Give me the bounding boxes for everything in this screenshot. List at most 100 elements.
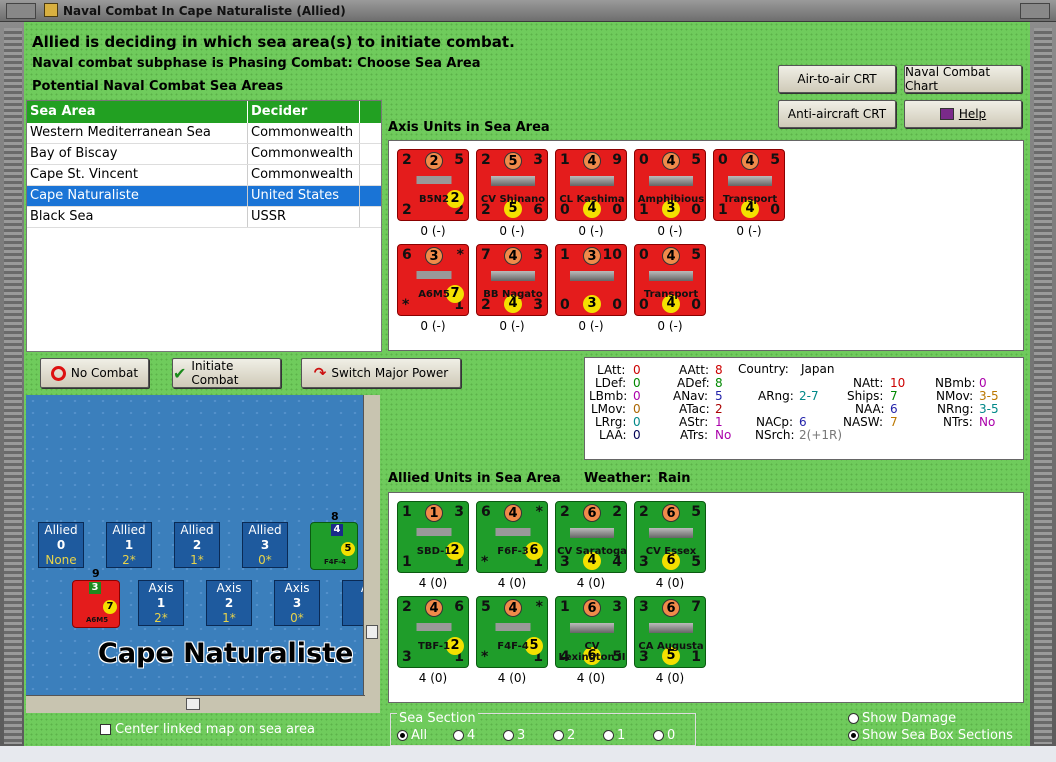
aircraft-icon [412,271,456,279]
counter-caption: 0 (-) [578,224,604,238]
counter-top-middle: 4 [741,152,759,170]
ship-icon [570,271,614,281]
stack-unit-name: A6M5 [85,616,109,624]
unit-counter[interactable]: 3 6 7 3 5 1 CA Augusta [634,596,706,668]
counter-caption: 4 (0) [418,671,448,685]
counter-top-right: 3 [533,152,543,168]
col-decider[interactable]: Decider [248,101,360,123]
ship-icon [649,623,693,633]
axis-sea-box[interactable]: Axis 2 1* [206,580,252,626]
sea-section-option[interactable]: 4 [453,728,503,743]
unit-counter[interactable]: 2 5 3 2 5 6 CV Shinano [476,149,548,221]
radio-selected[interactable] [848,730,859,741]
radio[interactable] [653,730,664,741]
axis-stack-counter[interactable]: 3 7 A6M5 [72,580,120,628]
radio[interactable] [503,730,514,741]
aircraft-icon [412,623,456,631]
stack-value: 3 [89,582,101,594]
unit-counter[interactable]: 2 2 5 2 2 2 B5N2 [397,149,469,221]
allied-sea-box[interactable]: Allied 0 None [38,522,84,568]
allied-sea-box[interactable]: Allied 3 0* [242,522,288,568]
radio[interactable] [453,730,464,741]
scroll-thumb[interactable] [186,698,200,710]
initiate-combat-button[interactable]: ✔ Initiate Combat [172,358,281,388]
row-decider: Commonwealth [248,165,360,185]
radio[interactable] [603,730,614,741]
radio[interactable] [553,730,564,741]
allied-sea-box[interactable]: Allied 1 2* [106,522,152,568]
sea-box-num: 1 [124,538,134,552]
col-sea-area[interactable]: Sea Area [27,101,248,123]
sea-section-option[interactable]: 0 [653,728,703,743]
counter-top-middle: 4 [425,599,443,617]
unit-counter[interactable]: 0 4 5 1 4 0 Transport [713,149,785,221]
table-row-selected[interactable]: Cape Naturaliste United States [27,186,381,207]
show-damage-option[interactable]: Show Damage [848,711,956,726]
naval-combat-chart-button[interactable]: Naval Combat Chart [904,65,1022,93]
sea-section-option[interactable]: 2 [553,728,603,743]
counter-top-middle: 5 [504,152,522,170]
unit-counter[interactable]: 2 6 2 3 4 4 CV Saratoga [555,501,627,573]
country-label: Country: [738,362,789,376]
stat-arng-label: ARng: [758,389,794,403]
no-combat-button[interactable]: No Combat [40,358,149,388]
sea-area-map[interactable]: Allied 0 None Allied 1 2* Allied 2 1* Allied 3 0* A… [26,395,380,713]
unit-counter[interactable]: 1 4 9 0 4 0 CL Kashima [555,149,627,221]
table-row[interactable]: Western Mediterranean Sea Commonwealth [27,123,381,144]
window-grip-right[interactable] [1020,3,1050,19]
row-area: Cape Naturaliste [27,186,248,206]
scroll-thumb[interactable] [366,625,378,639]
axis-sea-box[interactable]: Axis 3 0* [274,580,320,626]
table-row[interactable]: Black Sea USSR [27,207,381,228]
stat-nrng-value: 3-5 [979,402,999,416]
unit-counter[interactable]: 7 4 3 2 4 3 BB Nagato [476,244,548,316]
counter-top-left: 1 [402,504,412,520]
allied-stack-counter[interactable]: 4 5 F4F-4 [310,522,358,570]
anti-aircraft-crt-button[interactable]: Anti-aircraft CRT [778,100,896,128]
sea-box-val: 1* [222,611,236,625]
counter-unit-name: CL Kashima [559,194,625,205]
sea-section-option[interactable]: 3 [503,728,553,743]
unit-counter[interactable]: 2 6 5 3 6 5 CV Essex [634,501,706,573]
unit-counter[interactable]: 0 4 5 0 4 0 Transport [634,244,706,316]
allied-sea-box[interactable]: Allied 2 1* [174,522,220,568]
stack-value: 4 [331,524,343,536]
show-sea-box-option[interactable]: Show Sea Box Sections [848,728,1013,743]
counter-top-middle: 4 [662,152,680,170]
counter-caption: 0 (-) [499,224,525,238]
sea-section-option[interactable]: 1 [603,728,653,743]
unit-counter[interactable]: 1 1 3 1 1 2 SBD-1 [397,501,469,573]
radio-selected[interactable] [397,730,408,741]
stat-adef-label: ADef: [677,376,710,390]
map-vertical-scrollbar[interactable] [363,395,380,713]
axis-panel-title: Axis Units in Sea Area [388,120,550,135]
unit-counter[interactable]: 2 4 6 3 1 2 TBF-1 [397,596,469,668]
window-grip-left[interactable] [6,3,36,19]
help-button[interactable]: Help [904,100,1022,128]
unit-counter[interactable]: 6 3 * * 1 7 A6M5 [397,244,469,316]
axis-sea-box[interactable]: Axis 1 2* [138,580,184,626]
radio[interactable] [848,713,859,724]
checkbox[interactable] [100,724,111,735]
counter-top-left: 0 [639,152,649,168]
unit-counter[interactable]: 6 4 * * 1 6 F6F-3 [476,501,548,573]
sea-box-val: None [45,553,77,567]
sea-areas-heading: Potential Naval Combat Sea Areas [32,79,284,94]
map-horizontal-scrollbar[interactable] [26,695,365,713]
counter-unit-name: BB Nagato [483,289,543,300]
switch-major-power-button[interactable]: ↷ Switch Major Power [301,358,461,388]
country-value: Japan [801,362,835,376]
unit-counter[interactable]: 5 4 * * 1 5 F4F-4 [476,596,548,668]
counter-top-right: * [535,599,543,615]
center-map-option[interactable]: Center linked map on sea area [100,722,315,737]
sea-section-group: Sea Section All 4 3 2 1 0 [390,711,696,746]
table-row[interactable]: Bay of Biscay Commonwealth [27,144,381,165]
counter-caption: 0 (-) [657,319,683,333]
unit-counter[interactable]: 1 6 3 4 6 5 CV Lexington II [555,596,627,668]
table-row[interactable]: Cape St. Vincent Commonwealth [27,165,381,186]
sea-section-option[interactable]: All [397,728,453,743]
air-to-air-crt-button[interactable]: Air-to-air CRT [778,65,896,93]
unit-counter[interactable]: 0 4 5 1 3 0 Amphibious [634,149,706,221]
unit-counter[interactable]: 1 3 10 0 3 0 [555,244,627,316]
sea-box-side: Allied [44,523,78,537]
